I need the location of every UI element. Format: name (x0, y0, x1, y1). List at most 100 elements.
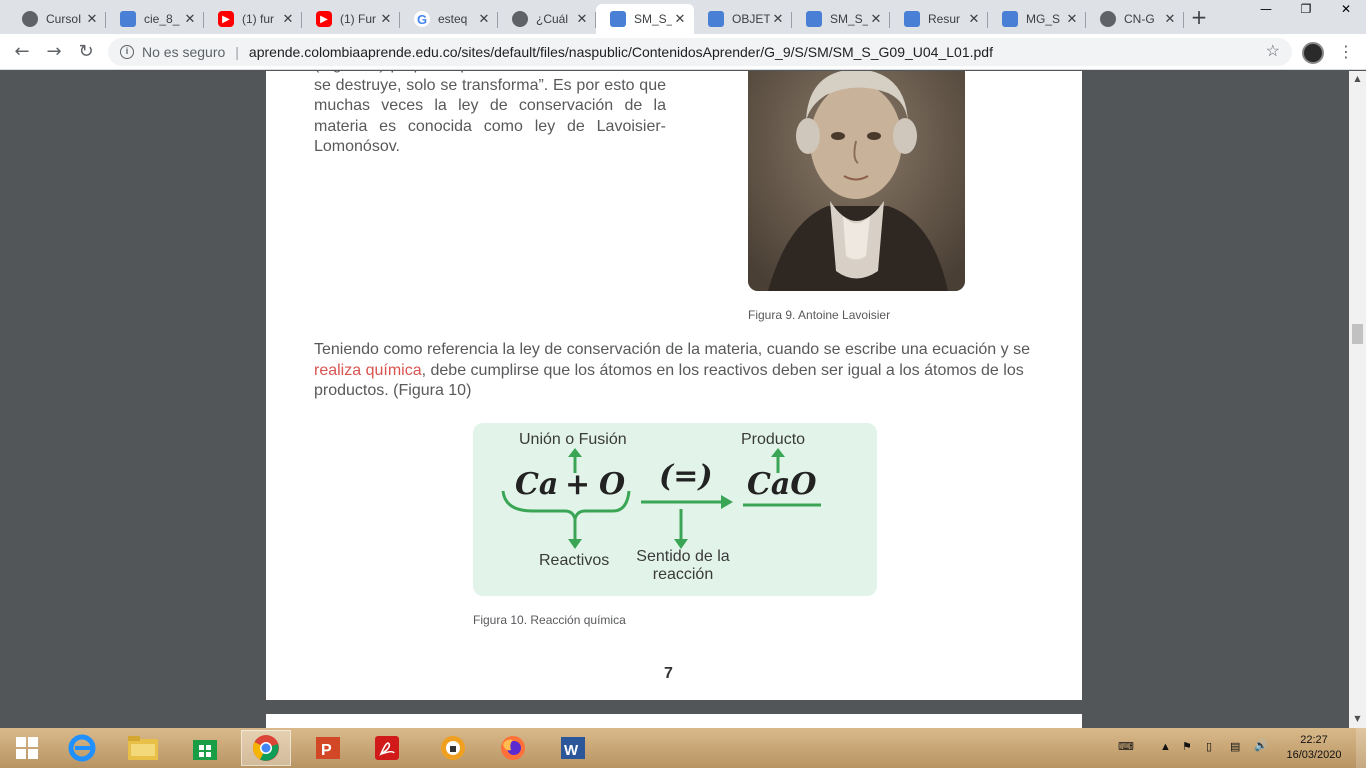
equals-sign: (=) (659, 459, 713, 494)
vertical-scrollbar[interactable] (1349, 71, 1366, 728)
back-button[interactable]: ← (10, 40, 34, 64)
flag-icon[interactable]: ⚑ (1182, 740, 1192, 768)
clock[interactable]: 22:27 16/03/2020 (1286, 733, 1342, 768)
battery-icon[interactable]: ▯ (1206, 740, 1212, 768)
close-tab-icon[interactable]: ✕ (476, 11, 492, 27)
tab-separator (1183, 12, 1184, 28)
profile-avatar[interactable] (1302, 42, 1324, 64)
volume-icon[interactable]: 🔊 (1254, 739, 1268, 768)
tab-title: SM_S_ (830, 12, 868, 26)
close-tab-icon[interactable]: ✕ (84, 11, 100, 27)
tab-title: ¿Cuál (536, 12, 569, 26)
realiza-quimica-link[interactable]: realiza química (314, 362, 422, 379)
firefox-icon[interactable] (488, 730, 538, 766)
clock-time: 22:27 (1300, 734, 1328, 746)
figure9-caption: Figura 9. Antoine Lavoisier (748, 308, 891, 322)
pdf-page: (Figura 9) propone que “la materia no se… (266, 71, 1082, 700)
address-bar[interactable]: i No es seguro | aprende.colombiaaprende… (108, 38, 1292, 66)
show-desktop-button[interactable] (1356, 728, 1366, 768)
document-icon (120, 11, 136, 27)
close-tab-icon[interactable]: ✕ (966, 11, 982, 27)
globe-icon (1100, 11, 1116, 27)
tab-9[interactable]: SM_S_ ✕ (792, 4, 890, 34)
paragraph2-text-before: Teniendo como referencia la ley de conse… (314, 341, 1030, 358)
label-sentido-line2: reacción (652, 566, 714, 583)
keyboard-icon[interactable]: ⌨ (1118, 740, 1134, 768)
document-icon (708, 11, 724, 27)
tab-title: MG_S (1026, 12, 1061, 26)
close-tab-icon[interactable]: ✕ (574, 11, 590, 27)
label-union-fusion: Unión o Fusión (519, 431, 627, 448)
browser-menu-icon[interactable]: ⋮ (1338, 40, 1354, 64)
tab-4[interactable]: ▶ (1) Fur ✕ (302, 4, 400, 34)
paragraph-conservation: Teniendo como referencia la ley de conse… (314, 340, 1038, 402)
document-icon (610, 11, 626, 27)
tab-title: esteq (438, 12, 468, 26)
close-tab-icon[interactable]: ✕ (1162, 11, 1178, 27)
chrome-icon[interactable] (241, 730, 291, 766)
tab-3[interactable]: ▶ (1) fur ✕ (204, 4, 302, 34)
close-tab-icon[interactable]: ✕ (1064, 11, 1080, 27)
tab-title: (1) fur (242, 12, 275, 26)
globe-icon (512, 11, 528, 27)
pdf-next-page (266, 714, 1082, 728)
tab-11[interactable]: MG_S ✕ (988, 4, 1086, 34)
tab-6[interactable]: ¿Cuál ✕ (498, 4, 596, 34)
document-icon (1002, 11, 1018, 27)
tab-title: cie_8_ (144, 12, 180, 26)
bookmark-star-icon[interactable]: ☆ (1266, 41, 1280, 61)
youtube-icon: ▶ (218, 11, 234, 27)
browser-toolbar: ← → ↻ i No es seguro | aprende.colombiaa… (0, 34, 1366, 70)
tab-strip: CursoI ✕ cie_8_ ✕ ▶ (1) fur ✕ ▶ (1) Fur ✕ Gesteq ✕ ¿… (0, 0, 1366, 34)
google-icon: G (414, 11, 430, 27)
reactant-o: O (599, 467, 626, 502)
lavoisier-portrait (748, 71, 965, 291)
youtube-icon: ▶ (316, 11, 332, 27)
close-window-button[interactable]: ✕ (1326, 2, 1366, 20)
label-sentido-line1: Sentido de la (636, 548, 730, 565)
close-tab-icon[interactable]: ✕ (280, 11, 296, 27)
scroll-up-arrow-icon[interactable]: ▲ (1352, 74, 1363, 83)
file-explorer-icon[interactable] (118, 730, 168, 766)
address-separator: | (235, 44, 239, 60)
close-tab-icon[interactable]: ✕ (770, 11, 786, 27)
close-tab-icon[interactable]: ✕ (378, 11, 394, 27)
close-tab-icon[interactable]: ✕ (182, 11, 198, 27)
tab-2[interactable]: cie_8_ ✕ (106, 4, 204, 34)
tab-title: OBJET (732, 12, 770, 26)
tab-5[interactable]: Gesteq ✕ (400, 4, 498, 34)
tab-7[interactable]: SM_S_ ✕ (596, 4, 694, 34)
minimize-button[interactable]: — (1246, 2, 1286, 20)
vpn-app-icon[interactable] (428, 730, 478, 766)
scroll-down-arrow-icon[interactable]: ▼ (1352, 714, 1363, 723)
tab-12[interactable]: CN-G ✕ (1086, 4, 1184, 34)
restore-button[interactable]: ❐ (1286, 2, 1326, 20)
security-label[interactable]: No es seguro (142, 44, 225, 60)
word-icon[interactable]: W (548, 730, 598, 766)
page-number: 7 (664, 665, 673, 682)
tab-title: CursoI (46, 12, 82, 26)
label-reactivos: Reactivos (539, 552, 610, 569)
scrollbar-thumb[interactable] (1352, 324, 1363, 344)
microsoft-store-icon[interactable] (180, 730, 230, 766)
tab-10[interactable]: Resur ✕ (890, 4, 988, 34)
url-text[interactable]: aprende.colombiaaprende.edu.co/sites/def… (249, 44, 993, 60)
document-icon (904, 11, 920, 27)
forward-button[interactable]: → (42, 40, 66, 64)
close-tab-icon[interactable]: ✕ (672, 11, 688, 27)
reactant-ca: Ca (515, 467, 559, 502)
info-icon[interactable]: i (120, 45, 134, 59)
new-tab-button[interactable]: + (1188, 7, 1210, 29)
reload-button[interactable]: ↻ (74, 40, 98, 64)
close-tab-icon[interactable]: ✕ (868, 11, 884, 27)
show-hidden-icons-icon[interactable]: ▲ (1160, 741, 1171, 768)
taskbar: P W ⌨ ▲ ⚑ ▯ ▤ 🔊 22:27 16/03/2020 (0, 728, 1366, 768)
label-producto: Producto (741, 431, 806, 448)
tab-1[interactable]: CursoI ✕ (8, 4, 106, 34)
tab-8[interactable]: OBJET ✕ (694, 4, 792, 34)
internet-explorer-icon[interactable] (57, 730, 107, 766)
acrobat-icon[interactable] (362, 730, 412, 766)
start-button[interactable] (2, 730, 52, 766)
network-icon[interactable]: ▤ (1230, 740, 1240, 768)
powerpoint-icon[interactable]: P (303, 730, 353, 766)
